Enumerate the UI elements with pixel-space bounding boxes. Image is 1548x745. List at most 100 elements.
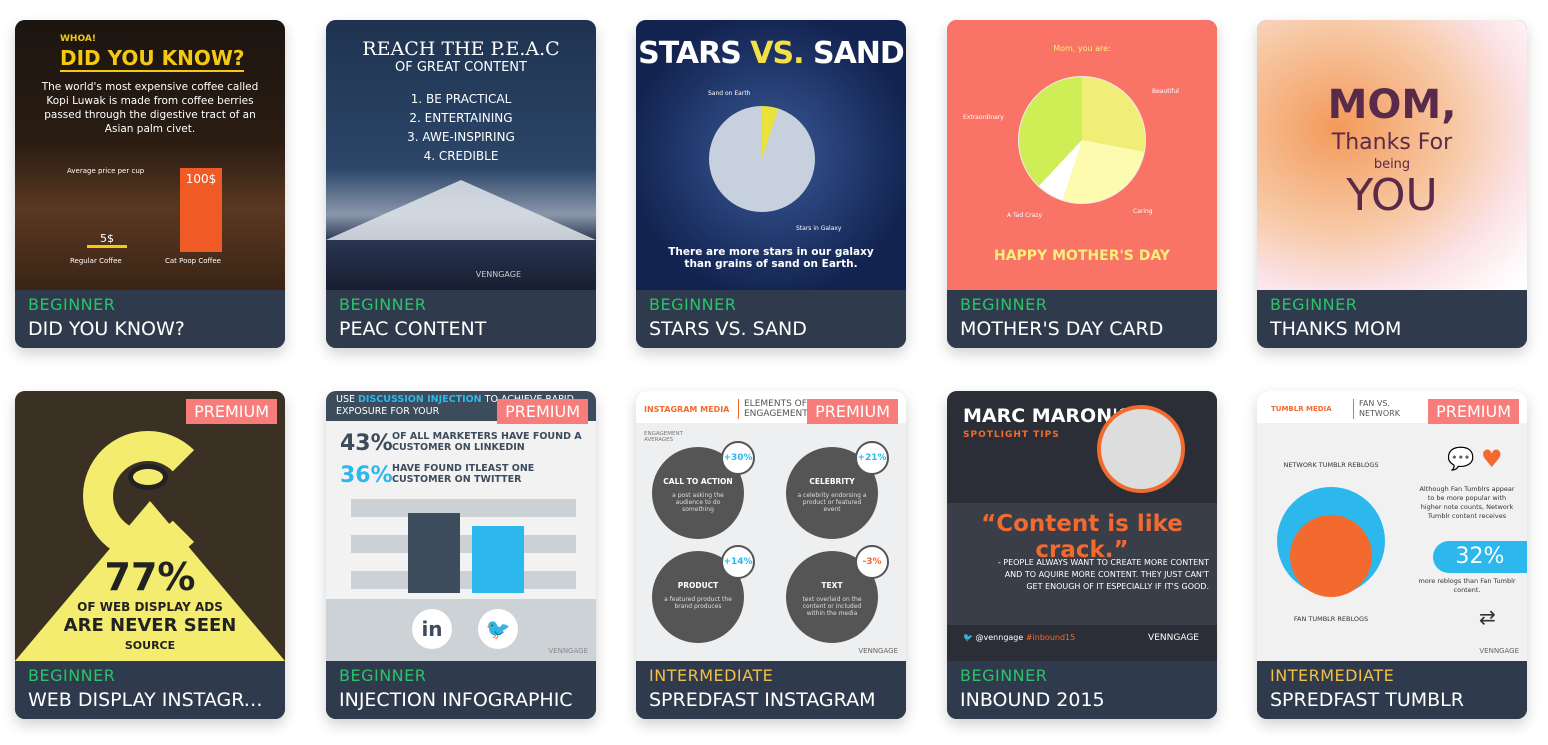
- heading-part: SAND: [812, 36, 905, 71]
- stat-name: CELEBRITY: [809, 477, 855, 486]
- thumbnail: Mom, you are: Beautiful Extraordinary A …: [947, 20, 1217, 290]
- heading: ELEMENTS OF ENGAGEMENT: [738, 399, 813, 419]
- bar-regular-coffee: 5$: [87, 232, 127, 248]
- label: Beautiful: [1152, 88, 1179, 95]
- level-label: INTERMEDIATE: [649, 666, 774, 685]
- body: The world's most expensive coffee called…: [41, 81, 259, 135]
- level-label: BEGINNER: [28, 666, 116, 685]
- thumbnail: MARC MARON'S SPOTLIGHT TIPS “Content is …: [947, 391, 1217, 661]
- heading-part: STARS: [638, 36, 742, 71]
- level-label: BEGINNER: [339, 295, 427, 314]
- stat: 36%: [340, 463, 393, 488]
- template-card-injection-infographic[interactable]: USE DISCUSSION INJECTION TO ACHIEVE RAPI…: [326, 391, 596, 719]
- stat-name: PRODUCT: [677, 581, 719, 590]
- label: NETWORK TUMBLR REBLOGS: [1283, 461, 1379, 469]
- list-item: 1. BE PRACTICAL: [410, 92, 512, 106]
- bar-twitter: [472, 526, 524, 593]
- card-title: INBOUND 2015: [960, 689, 1105, 711]
- text: HAVE FOUND ITLEAST ONE CUSTOMER ON TWITT…: [392, 463, 535, 485]
- brand: VENNGAGE: [1479, 647, 1519, 655]
- handle: @venngage: [975, 633, 1024, 642]
- tag: TUMBLR MEDIA: [1271, 405, 1332, 413]
- template-card-thanks-mom[interactable]: MOM, Thanks For being YOU BEGINNER THANKS…: [1257, 20, 1527, 348]
- template-card-spredfast-instagram[interactable]: INSTAGRAM MEDIA ELEMENTS OF ENGAGEMENT P…: [636, 391, 906, 719]
- thumbnail: USE DISCUSSION INJECTION TO ACHIEVE RAPI…: [326, 391, 596, 661]
- template-card-did-you-know[interactable]: WHOA! DID YOU KNOW? The world's most exp…: [15, 20, 285, 348]
- card-title: INJECTION INFOGRAPHIC: [339, 689, 573, 711]
- card-title: SPREDFAST TUMBLR: [1270, 689, 1464, 711]
- level-label: BEGINNER: [960, 295, 1048, 314]
- linkedin-icon: in: [412, 609, 452, 649]
- body: - PEOPLE ALWAYS WANT TO CREATE MORE CONT…: [997, 558, 1209, 591]
- stat-desc: a featured product the brand produces: [664, 596, 732, 610]
- premium-badge: PREMIUM: [1428, 399, 1519, 424]
- reblog-icon: ⇄: [1479, 605, 1496, 629]
- card-title: MOTHER'S DAY CARD: [960, 318, 1164, 340]
- template-card-peac-content[interactable]: REACH THE P.E.A.C OF GREAT CONTENT 1. BE…: [326, 20, 596, 348]
- body: Although Fan Tumblrs appear to be more p…: [1419, 485, 1515, 520]
- subheading: ENGAGEMENT AVERAGES: [644, 431, 683, 443]
- list: 1. BE PRACTICAL 2. ENTERTAINING 3. AWE-I…: [326, 90, 596, 166]
- stat-desc: a post asking the audience to do somethi…: [672, 492, 724, 513]
- premium-badge: PREMIUM: [497, 399, 588, 424]
- label: Sand on Earth: [708, 90, 751, 97]
- template-card-spredfast-tumblr[interactable]: TUMBLR MEDIA FAN VS. NETWORK PREMIUM NET…: [1257, 391, 1527, 719]
- footer-text: HAPPY MOTHER'S DAY: [993, 248, 1171, 264]
- premium-badge: PREMIUM: [807, 399, 898, 424]
- tag: INSTAGRAM MEDIA: [644, 405, 730, 414]
- level-label: BEGINNER: [960, 666, 1048, 685]
- list-item: 2. ENTERTAINING: [409, 111, 513, 125]
- twitter-icon: 🐦: [963, 633, 973, 642]
- label: A Tad Crazy: [1007, 212, 1043, 219]
- pie-chart: [1018, 76, 1146, 204]
- template-card-mothers-day[interactable]: Mom, you are: Beautiful Extraordinary A …: [947, 20, 1217, 348]
- thumbnail: WHOA! DID YOU KNOW? The world's most exp…: [15, 20, 285, 290]
- template-card-inbound-2015[interactable]: MARC MARON'S SPOTLIGHT TIPS “Content is …: [947, 391, 1217, 719]
- label: Extraordinary: [963, 114, 1004, 121]
- label: Stars in Galaxy: [796, 225, 842, 232]
- card-title: THANKS MOM: [1270, 318, 1402, 340]
- card-title: DID YOU KNOW?: [28, 318, 185, 340]
- highlight: DISCUSSION INJECTION: [358, 394, 482, 405]
- caption: Average price per cup: [67, 167, 145, 175]
- quote: “Content is like crack.”: [981, 511, 1183, 563]
- brand: VENNGAGE: [475, 270, 521, 279]
- subheading: SPOTLIGHT TIPS: [963, 430, 1060, 440]
- inner-circle: [1290, 515, 1372, 597]
- stat-desc: a celebrity endorsing a product or featu…: [797, 492, 867, 513]
- template-card-stars-vs-sand[interactable]: STARS VS. SAND Sand on Earth Stars in Ga…: [636, 20, 906, 348]
- twitter-icon: 🐦: [478, 609, 518, 649]
- heading: STARS VS. SAND: [636, 36, 906, 71]
- stat-name: TEXT: [821, 581, 843, 590]
- level-label: BEGINNER: [339, 666, 427, 685]
- brand: VENNGAGE: [548, 647, 588, 655]
- text: ARE NEVER SEEN: [63, 615, 237, 636]
- text: OF WEB DISPLAY ADS: [77, 600, 223, 614]
- label: Regular Coffee: [70, 257, 122, 265]
- label: Caring: [1133, 208, 1153, 215]
- thumbnail: PREMIUM 77% OF WEB DISPLAY ADS ARE NEVER…: [15, 391, 285, 661]
- label: Cat Poop Coffee: [165, 257, 221, 265]
- big-stat: 77%: [104, 555, 196, 599]
- bar-linkedin: [408, 513, 460, 593]
- brand: VENNGAGE: [858, 647, 898, 655]
- label: FAN TUMBLR REBLOGS: [1293, 615, 1369, 623]
- stat-name: CALL TO ACTION: [663, 477, 733, 486]
- text: Thanks For: [1331, 130, 1453, 155]
- text: USE: [336, 394, 355, 405]
- kicker: WHOA!: [60, 34, 96, 44]
- stat: 32%: [1433, 541, 1527, 573]
- bar-chart-bg: [351, 499, 576, 594]
- thumbnail: STARS VS. SAND Sand on Earth Stars in Ga…: [636, 20, 906, 290]
- stat-pct: -3%: [855, 545, 889, 579]
- level-label: INTERMEDIATE: [1270, 666, 1395, 685]
- thumbnail: INSTAGRAM MEDIA ELEMENTS OF ENGAGEMENT P…: [636, 391, 906, 661]
- text: MOM,: [1327, 82, 1457, 128]
- portrait-image: [1097, 405, 1185, 493]
- subheading: OF GREAT CONTENT: [395, 60, 527, 75]
- card-title: WEB DISPLAY INSTAGRAM: [28, 689, 272, 711]
- text: YOU: [1346, 170, 1438, 221]
- template-card-web-display[interactable]: PREMIUM 77% OF WEB DISPLAY ADS ARE NEVER…: [15, 391, 285, 719]
- heart-icon: ♥: [1481, 445, 1503, 473]
- bar-cat-coffee: 100$: [180, 168, 222, 252]
